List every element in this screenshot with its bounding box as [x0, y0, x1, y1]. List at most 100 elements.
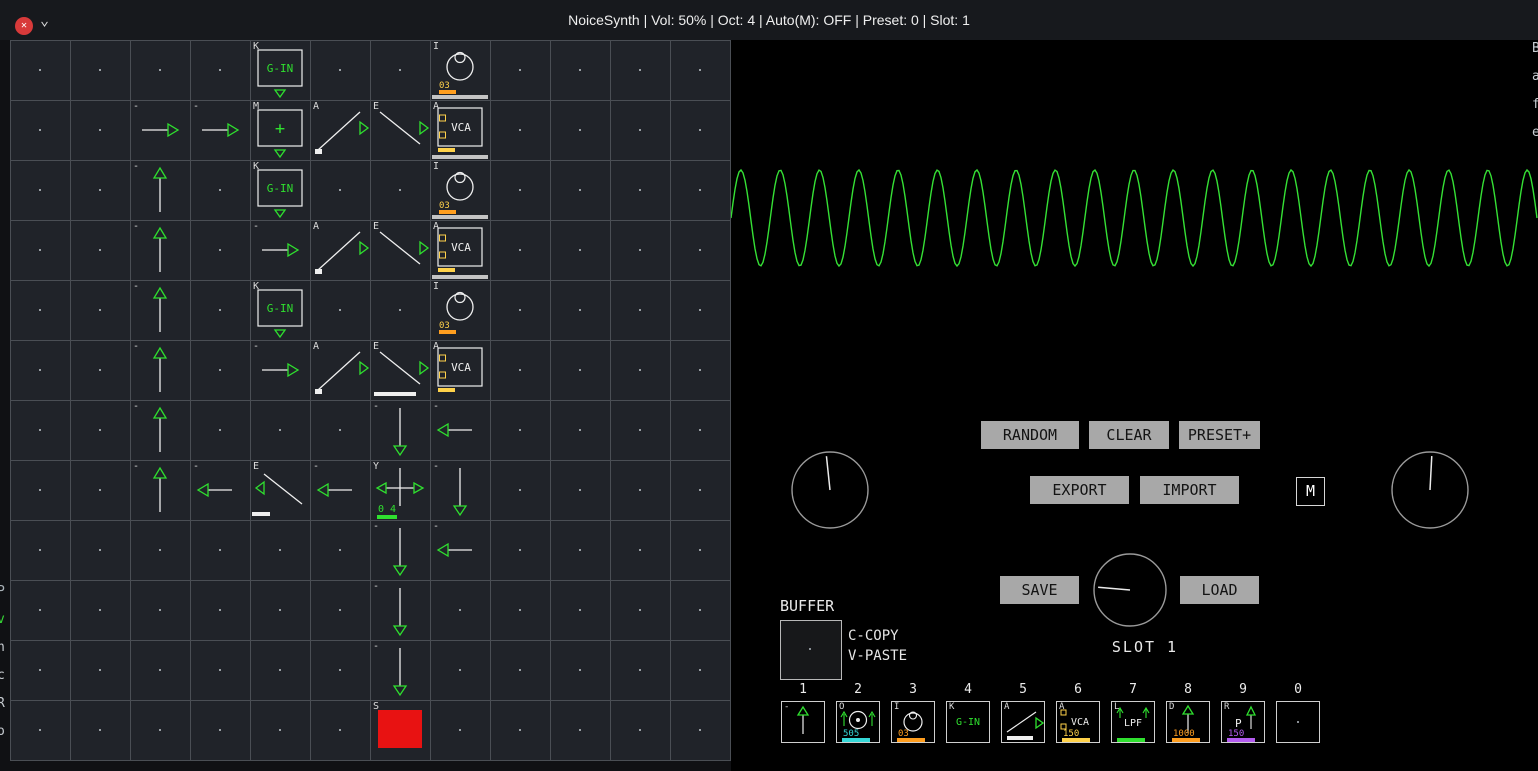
grid-cell[interactable]: -: [130, 280, 190, 340]
grid-cell[interactable]: [70, 40, 130, 100]
grid-cell[interactable]: [490, 640, 550, 700]
grid-cell[interactable]: -: [130, 400, 190, 460]
grid-cell[interactable]: [190, 220, 250, 280]
grid-cell[interactable]: -: [130, 340, 190, 400]
grid-cell[interactable]: [310, 160, 370, 220]
grid-cell[interactable]: [190, 340, 250, 400]
grid-cell[interactable]: [430, 700, 490, 760]
grid-cell[interactable]: [130, 640, 190, 700]
grid-cell[interactable]: 03I: [430, 280, 490, 340]
grid-cell[interactable]: [610, 340, 670, 400]
grid-cell[interactable]: VCAA: [430, 100, 490, 160]
grid-cell[interactable]: [670, 580, 730, 640]
grid-cell[interactable]: [190, 400, 250, 460]
grid-cell[interactable]: -: [250, 340, 310, 400]
grid-cell[interactable]: [70, 220, 130, 280]
grid-cell[interactable]: [670, 280, 730, 340]
grid-cell[interactable]: [430, 580, 490, 640]
grid-cell[interactable]: A: [310, 340, 370, 400]
grid-cell[interactable]: [190, 160, 250, 220]
grid-cell[interactable]: [10, 520, 70, 580]
grid-cell[interactable]: [550, 580, 610, 640]
grid-cell[interactable]: [250, 520, 310, 580]
grid-cell[interactable]: [70, 700, 130, 760]
grid-cell[interactable]: [10, 40, 70, 100]
grid-cell[interactable]: [490, 100, 550, 160]
grid-cell[interactable]: [70, 640, 130, 700]
grid-cell[interactable]: G-INK: [250, 160, 310, 220]
palette-slot[interactable]: 1000D: [1166, 701, 1210, 743]
mono-button[interactable]: M: [1296, 477, 1325, 506]
palette-item-5[interactable]: 5A: [1001, 682, 1045, 743]
grid-cell[interactable]: [670, 520, 730, 580]
grid-cell[interactable]: [310, 700, 370, 760]
palette-item-9[interactable]: 9P150R: [1221, 682, 1265, 743]
palette-item-1[interactable]: 1-: [781, 682, 825, 743]
grid-cell[interactable]: [10, 280, 70, 340]
grid-cell[interactable]: [610, 100, 670, 160]
grid-cell[interactable]: [610, 520, 670, 580]
grid-cell[interactable]: -: [130, 160, 190, 220]
grid-cell[interactable]: +M: [250, 100, 310, 160]
grid-cell[interactable]: [310, 640, 370, 700]
grid-cell[interactable]: [670, 400, 730, 460]
grid-cell[interactable]: [70, 400, 130, 460]
grid-cell[interactable]: [670, 40, 730, 100]
grid-cell[interactable]: [310, 40, 370, 100]
grid-cell[interactable]: G-INK: [250, 280, 310, 340]
grid-cell[interactable]: [250, 400, 310, 460]
palette-slot[interactable]: 505O: [836, 701, 880, 743]
grid-cell[interactable]: -: [370, 400, 430, 460]
knob-right[interactable]: [1390, 450, 1470, 534]
grid-cell[interactable]: [490, 40, 550, 100]
grid-cell[interactable]: G-INK: [250, 40, 310, 100]
grid-cell[interactable]: [490, 280, 550, 340]
grid-cell[interactable]: [190, 580, 250, 640]
grid-cell[interactable]: [130, 520, 190, 580]
grid-cell[interactable]: [610, 700, 670, 760]
grid-cell[interactable]: -: [370, 520, 430, 580]
palette-slot[interactable]: VCA150A: [1056, 701, 1100, 743]
grid-cell[interactable]: [70, 460, 130, 520]
palette-item-7[interactable]: 7LPFL: [1111, 682, 1155, 743]
grid-cell[interactable]: [670, 700, 730, 760]
grid-cell[interactable]: -: [370, 640, 430, 700]
grid-cell[interactable]: [10, 100, 70, 160]
grid-cell[interactable]: S: [370, 700, 430, 760]
palette-slot[interactable]: G-INK: [946, 701, 990, 743]
grid-cell[interactable]: [10, 640, 70, 700]
grid-cell[interactable]: -: [310, 460, 370, 520]
grid-cell[interactable]: [610, 460, 670, 520]
grid-cell[interactable]: [190, 700, 250, 760]
grid-cell[interactable]: [10, 460, 70, 520]
grid-cell[interactable]: [190, 520, 250, 580]
grid-cell[interactable]: E: [370, 340, 430, 400]
grid-cell[interactable]: [670, 460, 730, 520]
grid-cell[interactable]: [190, 280, 250, 340]
grid-cell[interactable]: [610, 580, 670, 640]
grid-cell[interactable]: [550, 280, 610, 340]
grid-cell[interactable]: [70, 280, 130, 340]
grid-cell[interactable]: [310, 520, 370, 580]
grid-cell[interactable]: [10, 220, 70, 280]
grid-cell[interactable]: [130, 700, 190, 760]
slot-knob[interactable]: [1092, 552, 1168, 632]
grid-cell[interactable]: [490, 580, 550, 640]
grid-cell[interactable]: VCAA: [430, 220, 490, 280]
grid-cell[interactable]: [550, 400, 610, 460]
grid-cell[interactable]: [70, 580, 130, 640]
grid-cell[interactable]: E: [250, 460, 310, 520]
grid-cell[interactable]: [370, 160, 430, 220]
grid-cell[interactable]: [70, 160, 130, 220]
grid-cell[interactable]: [550, 40, 610, 100]
grid-cell[interactable]: [550, 700, 610, 760]
grid-cell[interactable]: [10, 340, 70, 400]
grid-cell[interactable]: -: [130, 460, 190, 520]
palette-item-3[interactable]: 303I: [891, 682, 935, 743]
knob-left[interactable]: [790, 450, 870, 534]
grid-cell[interactable]: [370, 40, 430, 100]
grid-cell[interactable]: [550, 640, 610, 700]
grid-cell[interactable]: [310, 400, 370, 460]
grid-cell[interactable]: [550, 220, 610, 280]
grid-cell[interactable]: [610, 160, 670, 220]
